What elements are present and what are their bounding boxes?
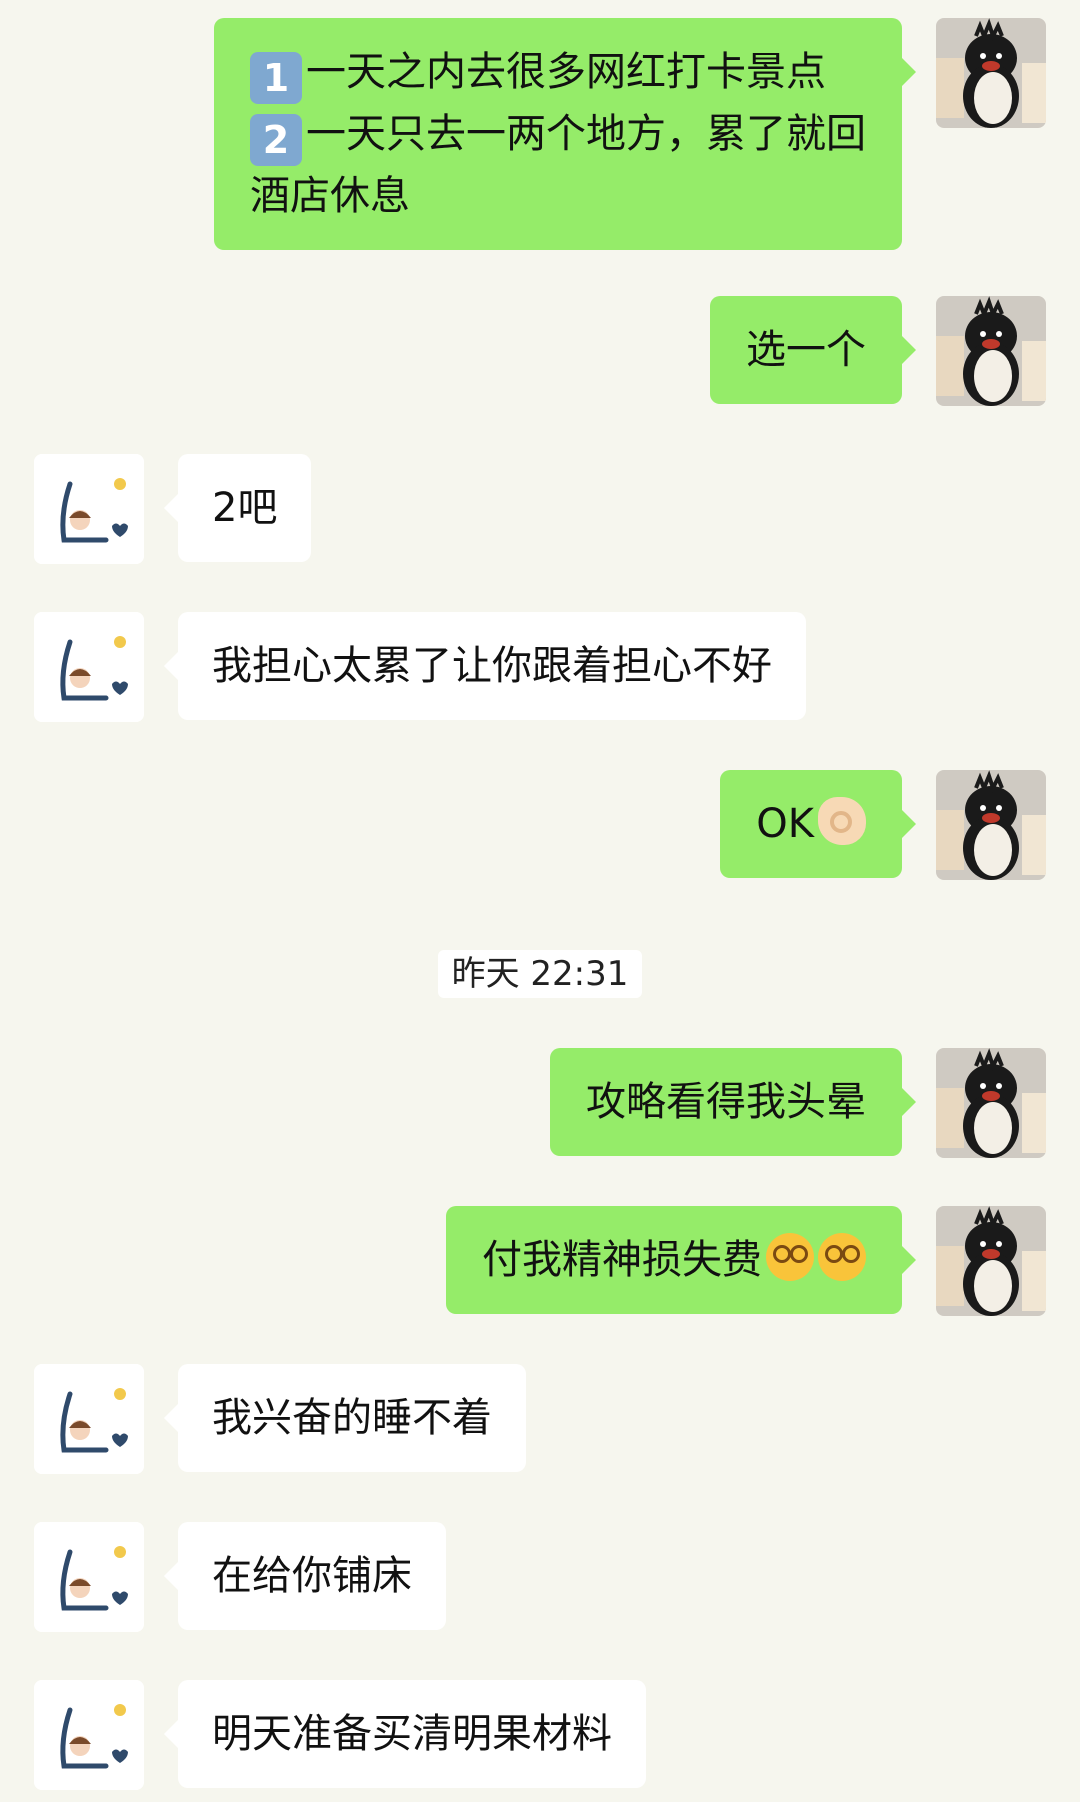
cartoon-girl-avatar [34,1522,144,1632]
my-avatar[interactable] [936,770,1046,880]
penguin-plush-avatar [936,770,1046,880]
message-text: 一天之内去很多网红打卡景点 [306,49,826,95]
timestamp: 昨天 22:31 [0,950,1080,998]
contact-avatar[interactable] [34,1522,144,1632]
my-avatar[interactable] [936,1048,1046,1158]
message-text: 明天准备买清明果材料 [212,1711,612,1757]
message-text: 酒店休息 [250,173,410,219]
message-text: 我担心太累了让你跟着担心不好 [212,643,772,689]
my-avatar[interactable] [936,296,1046,406]
chat-area[interactable]: 1 一天之内去很多网红打卡景点 2 一天只去一两个地方，累了就回 酒店休息 选一个 [0,0,1080,1802]
message-bubble[interactable]: 付我精神损失费 [446,1206,916,1314]
cartoon-girl-avatar [34,1680,144,1790]
contact-avatar[interactable] [34,1680,144,1790]
cartoon-girl-avatar [34,454,144,564]
penguin-plush-avatar [936,1206,1046,1316]
message-bubble[interactable]: 2吧 [163,454,312,562]
cartoon-girl-avatar [34,1364,144,1474]
message-text: 选一个 [746,327,866,373]
message-text: OK [756,801,814,847]
message-bubble[interactable]: 选一个 [710,296,916,404]
message-text: 2吧 [212,485,278,531]
penguin-plush-avatar [936,296,1046,406]
message-text: 付我精神损失费 [482,1237,762,1283]
my-avatar[interactable] [936,18,1046,128]
timestamp-label: 昨天 22:31 [437,950,643,998]
penguin-plush-avatar [936,18,1046,128]
message-bubble[interactable]: 1 一天之内去很多网红打卡景点 2 一天只去一两个地方，累了就回 酒店休息 [214,18,916,250]
message-bubble[interactable]: 明天准备买清明果材料 [164,1680,646,1788]
message-text: 我兴奋的睡不着 [212,1395,492,1441]
ok-hand-emoji [818,797,866,845]
message-text: 一天只去一两个地方，累了就回 [306,111,866,157]
message-bubble[interactable]: 我担心太累了让你跟着担心不好 [164,612,806,720]
message-text: 攻略看得我头晕 [586,1079,866,1125]
message-bubble[interactable]: 攻略看得我头晕 [550,1048,916,1156]
dizzy-face-emoji [766,1233,814,1281]
dizzy-face-emoji [818,1233,866,1281]
message-bubble[interactable]: 在给你铺床 [164,1522,446,1630]
penguin-plush-avatar [936,1048,1046,1158]
contact-avatar[interactable] [34,1364,144,1474]
message-text: 在给你铺床 [212,1553,412,1599]
my-avatar[interactable] [936,1206,1046,1316]
message-bubble[interactable]: 我兴奋的睡不着 [164,1364,526,1472]
cartoon-girl-avatar [34,612,144,722]
message-bubble[interactable]: OK [720,770,916,878]
contact-avatar[interactable] [34,454,144,564]
keycap-2-emoji: 2 [250,114,302,166]
keycap-1-emoji: 1 [250,52,302,104]
contact-avatar[interactable] [34,612,144,722]
